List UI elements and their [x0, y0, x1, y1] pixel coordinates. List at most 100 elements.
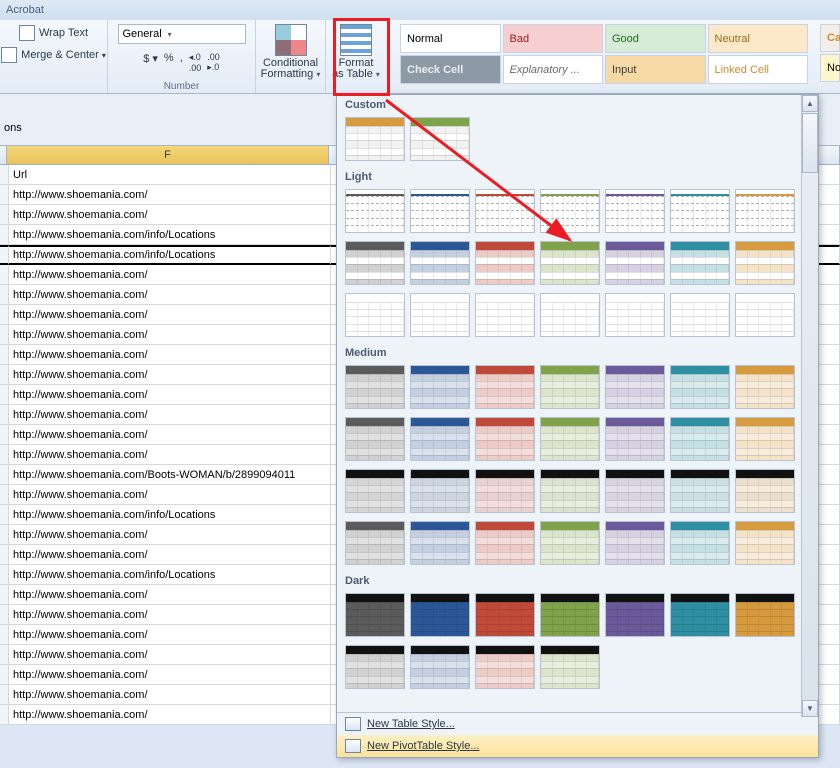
table-style-option[interactable]: [540, 417, 600, 461]
cell-url[interactable]: http://www.shoemania.com/info/Locations: [9, 245, 331, 265]
cell-url[interactable]: http://www.shoemania.com/: [9, 385, 331, 405]
table-style-option[interactable]: [345, 417, 405, 461]
cell-url[interactable]: http://www.shoemania.com/: [9, 365, 331, 385]
table-style-option[interactable]: [410, 189, 470, 233]
cell-url[interactable]: http://www.shoemania.com/info/Locations: [9, 225, 331, 245]
cell-url[interactable]: http://www.shoemania.com/info/Locations: [9, 505, 331, 525]
gallery-scrollbar[interactable]: ▲ ▼: [801, 95, 818, 717]
table-style-option[interactable]: [735, 593, 795, 637]
table-style-option[interactable]: [475, 189, 535, 233]
table-style-option[interactable]: [475, 417, 535, 461]
cell-url[interactable]: http://www.shoemania.com/: [9, 585, 331, 605]
table-style-option[interactable]: [345, 645, 405, 689]
style-bad[interactable]: Bad: [503, 24, 604, 53]
merge-center-button[interactable]: Merge & Center ▾: [0, 44, 110, 66]
cell-url[interactable]: http://www.shoemania.com/: [9, 305, 331, 325]
table-style-option[interactable]: [540, 293, 600, 337]
table-style-option[interactable]: [475, 593, 535, 637]
table-style-option[interactable]: [670, 293, 730, 337]
table-style-option[interactable]: [475, 365, 535, 409]
table-style-option[interactable]: [475, 293, 535, 337]
table-style-option[interactable]: [410, 241, 470, 285]
table-style-option[interactable]: [410, 593, 470, 637]
cell-url[interactable]: http://www.shoemania.com/: [9, 445, 331, 465]
comma-button[interactable]: ,: [180, 52, 183, 73]
table-style-option[interactable]: [475, 469, 535, 513]
table-style-option[interactable]: [345, 293, 405, 337]
format-as-table-button[interactable]: Format as Table ▾: [328, 22, 384, 80]
style-explanatory[interactable]: Explanatory ...: [503, 55, 604, 84]
cell-url[interactable]: http://www.shoemania.com/: [9, 685, 331, 705]
decrease-decimal-button[interactable]: .00▸.0: [207, 52, 220, 73]
table-style-option[interactable]: [605, 189, 665, 233]
table-style-option[interactable]: [670, 469, 730, 513]
table-style-option[interactable]: [410, 417, 470, 461]
table-style-option[interactable]: [540, 365, 600, 409]
table-style-option[interactable]: [605, 241, 665, 285]
table-style-option[interactable]: [475, 521, 535, 565]
table-style-option[interactable]: [410, 117, 470, 161]
table-style-option[interactable]: [605, 417, 665, 461]
table-style-option[interactable]: [735, 293, 795, 337]
style-linked-cell[interactable]: Linked Cell: [708, 55, 809, 84]
table-style-option[interactable]: [475, 645, 535, 689]
style-calculation[interactable]: Cal: [820, 24, 840, 52]
table-style-option[interactable]: [605, 365, 665, 409]
table-style-option[interactable]: [670, 241, 730, 285]
currency-button[interactable]: $ ▾: [143, 52, 158, 73]
cell-url[interactable]: http://www.shoemania.com/: [9, 405, 331, 425]
percent-button[interactable]: %: [164, 52, 174, 73]
cell-url[interactable]: http://www.shoemania.com/: [9, 325, 331, 345]
style-note[interactable]: No: [820, 54, 840, 82]
cell-url[interactable]: http://www.shoemania.com/Boots-WOMAN/b/2…: [9, 465, 331, 485]
table-style-option[interactable]: [540, 521, 600, 565]
table-style-option[interactable]: [345, 593, 405, 637]
cell-url[interactable]: http://www.shoemania.com/: [9, 345, 331, 365]
cell-url[interactable]: http://www.shoemania.com/: [9, 285, 331, 305]
table-style-option[interactable]: [540, 593, 600, 637]
cell-url[interactable]: http://www.shoemania.com/: [9, 185, 331, 205]
table-style-option[interactable]: [540, 469, 600, 513]
cell-url[interactable]: http://www.shoemania.com/: [9, 645, 331, 665]
table-style-option[interactable]: [345, 241, 405, 285]
cell-url[interactable]: http://www.shoemania.com/: [9, 545, 331, 565]
style-input[interactable]: Input: [605, 55, 706, 84]
table-style-option[interactable]: [410, 469, 470, 513]
table-style-option[interactable]: [345, 521, 405, 565]
table-style-option[interactable]: [605, 469, 665, 513]
table-style-option[interactable]: [735, 241, 795, 285]
cell-url[interactable]: http://www.shoemania.com/info/Locations: [9, 565, 331, 585]
cell-url[interactable]: http://www.shoemania.com/: [9, 625, 331, 645]
table-style-option[interactable]: [735, 521, 795, 565]
cell-url[interactable]: http://www.shoemania.com/: [9, 485, 331, 505]
cell-url[interactable]: http://www.shoemania.com/: [9, 605, 331, 625]
scroll-down-button[interactable]: ▼: [802, 700, 818, 717]
table-style-option[interactable]: [670, 417, 730, 461]
table-style-option[interactable]: [735, 189, 795, 233]
table-style-option[interactable]: [605, 593, 665, 637]
style-good[interactable]: Good: [605, 24, 706, 53]
col-header-f[interactable]: F: [7, 146, 329, 165]
increase-decimal-button[interactable]: ◂.0.00: [189, 52, 202, 73]
table-style-option[interactable]: [540, 189, 600, 233]
number-format-dropdown[interactable]: General ▾: [118, 24, 246, 44]
table-style-option[interactable]: [735, 365, 795, 409]
table-style-option[interactable]: [410, 521, 470, 565]
new-table-style-button[interactable]: New Table Style...: [337, 713, 818, 735]
table-style-option[interactable]: [345, 365, 405, 409]
cell-url[interactable]: http://www.shoemania.com/: [9, 665, 331, 685]
table-style-option[interactable]: [345, 189, 405, 233]
cell-url[interactable]: http://www.shoemania.com/: [9, 705, 331, 725]
table-style-option[interactable]: [345, 469, 405, 513]
table-style-option[interactable]: [475, 241, 535, 285]
table-style-option[interactable]: [540, 645, 600, 689]
style-normal[interactable]: Normal: [400, 24, 501, 53]
formula-bar-text[interactable]: ons: [4, 122, 22, 134]
wrap-text-button[interactable]: Wrap Text: [15, 22, 92, 44]
scroll-thumb[interactable]: [802, 113, 818, 173]
cell-url[interactable]: http://www.shoemania.com/: [9, 425, 331, 445]
table-style-option[interactable]: [540, 241, 600, 285]
scroll-up-button[interactable]: ▲: [802, 95, 818, 112]
conditional-formatting-button[interactable]: Conditional Formatting ▾: [261, 22, 321, 80]
table-style-option[interactable]: [670, 521, 730, 565]
